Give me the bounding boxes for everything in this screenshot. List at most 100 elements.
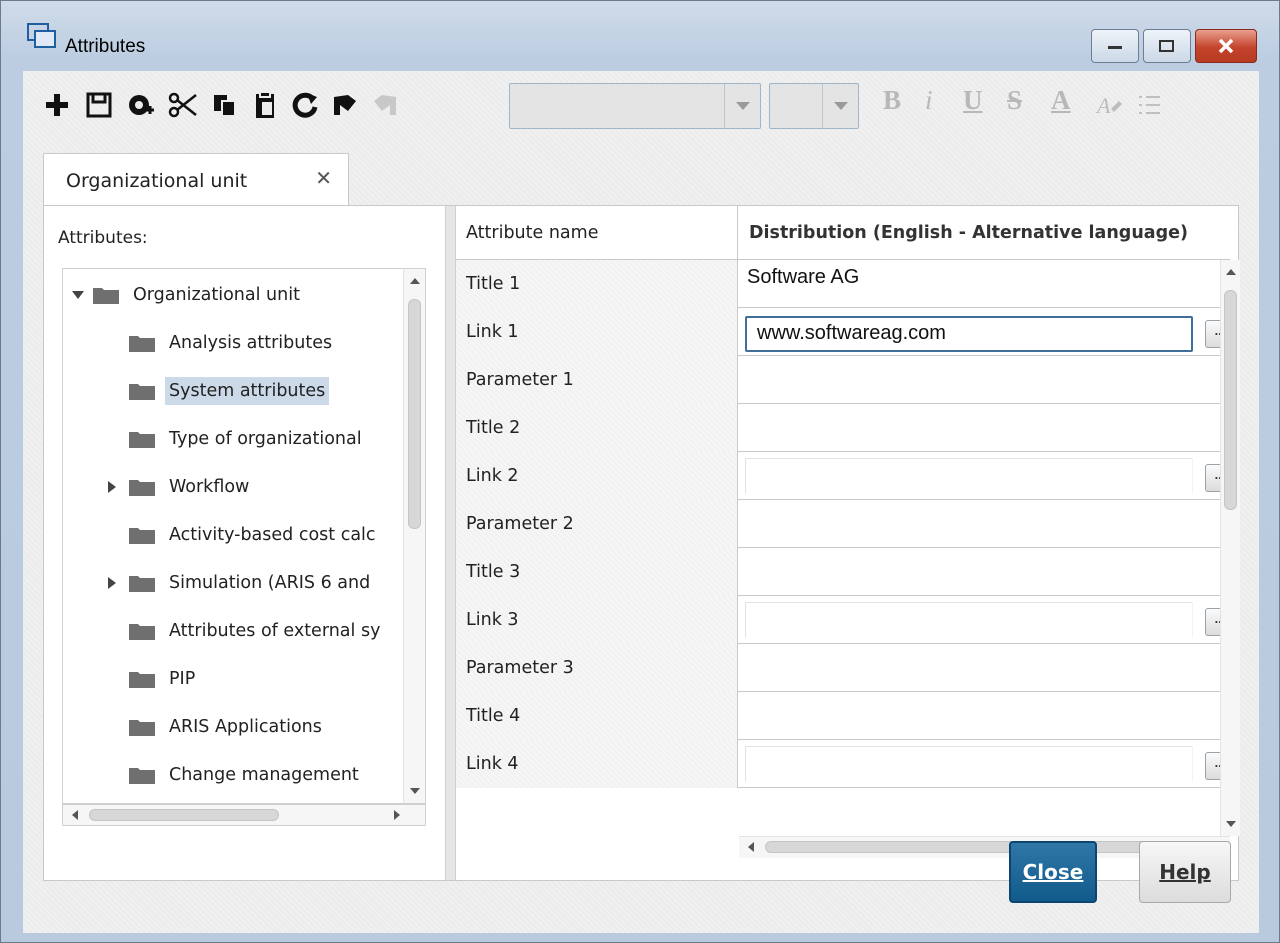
attribute-value-cell[interactable] [739, 404, 1230, 452]
tree-item[interactable]: ARIS Applications [129, 709, 326, 745]
table-row[interactable]: Link 3... [456, 596, 1230, 644]
scroll-right-icon[interactable] [389, 805, 405, 825]
tree-item[interactable]: Activity-based cost calc [129, 517, 380, 553]
table-row[interactable]: Title 3 [456, 548, 1230, 596]
folder-icon [129, 720, 155, 736]
link-input[interactable]: www.softwareag.com [745, 316, 1193, 352]
tree-item[interactable]: Simulation (ARIS 6 and [108, 565, 374, 601]
folder-icon [129, 480, 155, 496]
font-size-select[interactable] [769, 83, 859, 129]
link-input[interactable] [745, 458, 1193, 494]
copy-icon[interactable] [205, 85, 245, 125]
attribute-value-cell[interactable] [739, 356, 1230, 404]
tree-item[interactable]: System attributes [129, 373, 330, 409]
table-row[interactable]: Parameter 1 [456, 356, 1230, 404]
maximize-button[interactable] [1143, 29, 1191, 63]
window-close-button[interactable] [1195, 29, 1257, 63]
attribute-value-cell[interactable] [739, 644, 1230, 692]
attribute-value-cell[interactable]: ... [739, 452, 1230, 500]
tree-item[interactable]: Workflow [108, 469, 253, 505]
insert-object-icon[interactable] [121, 85, 161, 125]
title-bar[interactable]: Attributes [1, 1, 1279, 71]
tree-item[interactable]: Analysis attributes [129, 325, 336, 361]
tree-item-label: Activity-based cost calc [169, 525, 376, 545]
scroll-left-icon[interactable] [743, 837, 759, 857]
attribute-name-cell: Title 2 [456, 404, 738, 452]
redo-icon[interactable] [365, 85, 405, 125]
expanded-triangle-icon[interactable] [71, 288, 85, 302]
minimize-button[interactable] [1091, 29, 1139, 63]
table-body: Title 1 Software AG Link 1 www.softwareag.c… [456, 260, 1230, 836]
column-header-attribute-name[interactable]: Attribute name [456, 206, 738, 260]
tree-item[interactable]: PIP [129, 661, 199, 697]
save-icon[interactable] [79, 85, 119, 125]
font-family-select[interactable] [509, 83, 761, 129]
scroll-left-icon[interactable] [67, 805, 83, 825]
tree-item-label: Simulation (ARIS 6 and [169, 573, 371, 593]
attribute-groups-tree[interactable]: Organizational unit Analysis attributes Sy… [62, 268, 426, 804]
scroll-up-icon[interactable] [405, 273, 425, 289]
tree-item[interactable]: Change management [129, 757, 363, 793]
tree-item-label: ARIS Applications [169, 717, 322, 737]
collapsed-triangle-icon[interactable] [105, 576, 119, 590]
toolbar: B i U S A A [23, 71, 1259, 147]
tree-item-label: System attributes [165, 377, 330, 405]
folder-icon [129, 384, 155, 400]
tree-item[interactable]: Organizational unit [72, 277, 304, 313]
bold-button[interactable]: B [883, 85, 901, 116]
add-icon[interactable] [37, 85, 77, 125]
tree-item-label: Change management [169, 765, 359, 785]
strikethrough-button[interactable]: S [1007, 85, 1022, 116]
attribute-value-cell[interactable]: Software AG [739, 260, 1230, 308]
scroll-down-icon[interactable] [405, 783, 425, 799]
panel-splitter[interactable] [445, 206, 456, 880]
table-row[interactable]: Title 4 [456, 692, 1230, 740]
attribute-name-cell: Link 3 [456, 596, 738, 644]
table-row[interactable]: Link 4... [456, 740, 1230, 788]
attribute-value-cell[interactable] [739, 548, 1230, 596]
table-row[interactable]: Parameter 3 [456, 644, 1230, 692]
scroll-thumb[interactable] [1224, 290, 1237, 510]
help-button-label: Help [1159, 860, 1211, 884]
attribute-value-cell[interactable]: ... [739, 740, 1230, 788]
table-row[interactable]: Parameter 2 [456, 500, 1230, 548]
scroll-up-icon[interactable] [1222, 264, 1240, 280]
collapsed-triangle-icon[interactable] [105, 480, 119, 494]
attribute-value-cell[interactable]: www.softwareag.com... [739, 308, 1230, 356]
tab-close-icon[interactable]: ✕ [315, 166, 332, 191]
column-header-distribution[interactable]: Distribution (English - Alternative lang… [739, 206, 1230, 260]
scroll-down-icon[interactable] [1222, 816, 1240, 832]
tree-horizontal-scrollbar[interactable] [62, 804, 426, 826]
table-vertical-scrollbar[interactable] [1220, 260, 1240, 836]
tree-vertical-scrollbar[interactable] [403, 269, 425, 803]
table-row[interactable]: Link 2... [456, 452, 1230, 500]
scroll-thumb[interactable] [408, 299, 421, 529]
list-icon[interactable] [1129, 85, 1169, 125]
attribute-value-cell[interactable]: ... [739, 596, 1230, 644]
link-input[interactable] [745, 602, 1193, 638]
link-input[interactable] [745, 746, 1193, 782]
scroll-thumb[interactable] [89, 809, 279, 821]
tree-item[interactable]: Type of organizational [129, 421, 366, 457]
tab-organizational-unit[interactable]: Organizational unit ✕ [43, 153, 349, 205]
underline-button[interactable]: U [963, 85, 983, 116]
italic-button[interactable]: i [925, 85, 933, 116]
cut-icon[interactable] [163, 85, 203, 125]
highlight-icon[interactable]: A [1089, 85, 1129, 125]
font-color-button[interactable]: A [1051, 85, 1071, 116]
undo-icon[interactable] [325, 85, 365, 125]
tree-item[interactable]: Attributes of external sy [129, 613, 384, 649]
table-row[interactable]: Link 1www.softwareag.com... [456, 308, 1230, 356]
scroll-thumb[interactable] [765, 841, 1165, 853]
help-button[interactable]: Help [1139, 841, 1231, 903]
paste-icon[interactable] [245, 85, 285, 125]
tab-label: Organizational unit [66, 170, 248, 192]
value-text: Software AG [747, 266, 860, 288]
attributes-table: Attribute name Distribution (English - A… [456, 206, 1240, 882]
table-row[interactable]: Title 2 [456, 404, 1230, 452]
attribute-value-cell[interactable] [739, 500, 1230, 548]
table-row[interactable]: Title 1 Software AG [456, 260, 1230, 308]
refresh-icon[interactable] [285, 85, 325, 125]
close-button[interactable]: Close [1009, 841, 1097, 903]
attribute-value-cell[interactable] [739, 692, 1230, 740]
